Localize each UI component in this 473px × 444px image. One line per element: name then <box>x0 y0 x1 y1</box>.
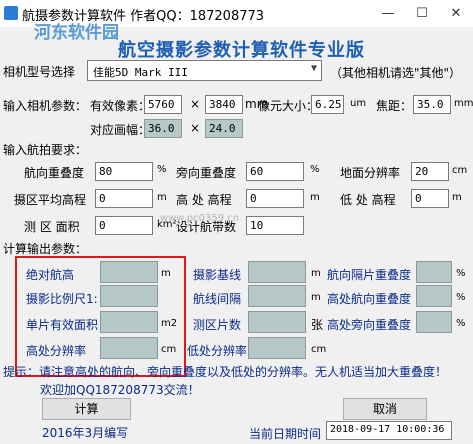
strip-spacing-label: 航线间隔 <box>193 292 242 306</box>
side-overlap-input[interactable]: 60 <box>246 162 304 181</box>
high-elevation-input[interactable]: 0 <box>246 189 304 208</box>
close-button[interactable]: ✕ <box>439 0 473 27</box>
high-side-output <box>416 311 452 333</box>
camera-params-section: 输入相机参数： <box>3 99 88 113</box>
times-sign-2: × <box>190 121 201 135</box>
avg-elevation-input[interactable]: 0 <box>95 189 153 208</box>
side-overlap-label: 旁向重叠度 <box>176 166 237 180</box>
unit-mm-focal: mm <box>454 98 473 109</box>
page-heading: 航空摄影参数计算软件专业版 <box>118 40 365 61</box>
unit-m-out3: m <box>311 292 321 303</box>
highlight-box <box>15 256 186 377</box>
calculate-button[interactable]: 计算 <box>42 398 131 420</box>
baseline-output <box>248 261 306 283</box>
low-res-label: 低处分辨率 <box>187 344 248 358</box>
compiled-date: 2016年3月编写 <box>42 426 129 440</box>
datetime-field: 2018-09-17 10:00:36 <box>326 421 452 440</box>
forward-between-label: 航向隔片重叠度 <box>327 268 412 282</box>
unit-pct-c: % <box>456 318 466 329</box>
forward-overlap-input[interactable]: 80 <box>95 162 153 181</box>
format-label: 对应画幅： <box>90 123 151 137</box>
camera-model-select[interactable]: 佳能5D Mark III ▼ <box>87 60 322 81</box>
camera-model-label: 相机型号选择 <box>3 65 76 79</box>
focal-length-input[interactable]: 35.0 <box>413 95 451 114</box>
forward-overlap-label: 航向重叠度 <box>24 166 85 180</box>
unit-zhang: 张 <box>311 318 324 332</box>
gsd-label: 地面分辨率 <box>340 166 401 180</box>
high-forward-output <box>416 285 452 307</box>
tip-line-2: 欢迎加QQ187208773交流！ <box>40 383 200 397</box>
other-camera-hint: （其他相机请选"其他"） <box>330 66 462 80</box>
focal-length-label: 焦距： <box>376 99 413 113</box>
app-window: 航摄参数计算软件 作者QQ：187208773 — ☐ ✕ 河东软件园 航空摄影… <box>0 0 473 444</box>
unit-m-2: m <box>310 192 320 203</box>
unit-pct-a: % <box>456 268 466 279</box>
low-res-output <box>248 337 306 359</box>
format-width-output: 36.0 <box>144 119 182 138</box>
photo-count-output <box>248 311 306 333</box>
pixel-width-input[interactable]: 5760 <box>144 95 182 114</box>
outputs-section: 计算输出参数： <box>3 242 88 256</box>
unit-percent: % <box>157 164 167 175</box>
unit-um: um <box>350 98 367 109</box>
app-icon <box>4 6 18 20</box>
unit-cm-out2: cm <box>311 344 327 355</box>
area-input[interactable]: 0 <box>95 216 153 235</box>
pixel-height-input[interactable]: 3840 <box>205 95 243 114</box>
strips-input[interactable]: 10 <box>246 216 304 235</box>
cancel-button[interactable]: 取消 <box>343 398 427 420</box>
unit-m: m <box>157 192 167 203</box>
forward-between-output <box>416 261 452 283</box>
maximize-button[interactable]: ☐ <box>405 0 439 27</box>
high-elevation-label: 高 处 高程 <box>176 193 232 207</box>
minimize-button[interactable]: — <box>371 0 405 27</box>
unit-cm: cm <box>452 165 468 176</box>
low-elevation-label: 低 处 高程 <box>340 193 396 207</box>
strip-spacing-output <box>248 285 306 307</box>
watermark-url: www.pc0359.cn <box>160 213 240 224</box>
chevron-down-icon: ▼ <box>310 63 317 74</box>
photo-count-label: 测区片数 <box>193 318 242 332</box>
valid-pixels-label: 有效像素： <box>90 99 151 113</box>
unit-m-3: m <box>452 192 462 203</box>
gsd-input[interactable]: 20 <box>411 162 449 181</box>
tip-line-1: 提示：请注意高处的航向、旁向重叠度以及低处的分辨率。无人机适当加大重叠度！ <box>3 365 448 379</box>
unit-percent-2: % <box>310 164 320 175</box>
pixel-size-input[interactable]: 6.25 <box>311 95 344 114</box>
requirements-section: 输入航拍要求： <box>3 143 88 157</box>
times-sign: × <box>190 97 201 111</box>
baseline-label: 摄影基线 <box>193 268 242 282</box>
watermark-logo: 河东软件园 <box>34 23 119 43</box>
high-side-label: 高处旁向重叠度 <box>327 318 412 332</box>
high-forward-label: 高处航向重叠度 <box>327 292 412 306</box>
unit-pct-b: % <box>456 292 466 303</box>
datetime-label: 当前日期时间 <box>249 427 322 441</box>
area-label: 测 区 面积 <box>24 220 80 234</box>
camera-model-value: 佳能5D Mark III <box>93 66 188 79</box>
unit-m-out2: m <box>311 268 321 279</box>
format-height-output: 24.0 <box>205 119 243 138</box>
avg-elevation-label: 摄区平均高程 <box>14 193 87 207</box>
pixel-size-label: 像元大小： <box>258 99 319 113</box>
low-elevation-input[interactable]: 0 <box>411 189 449 208</box>
